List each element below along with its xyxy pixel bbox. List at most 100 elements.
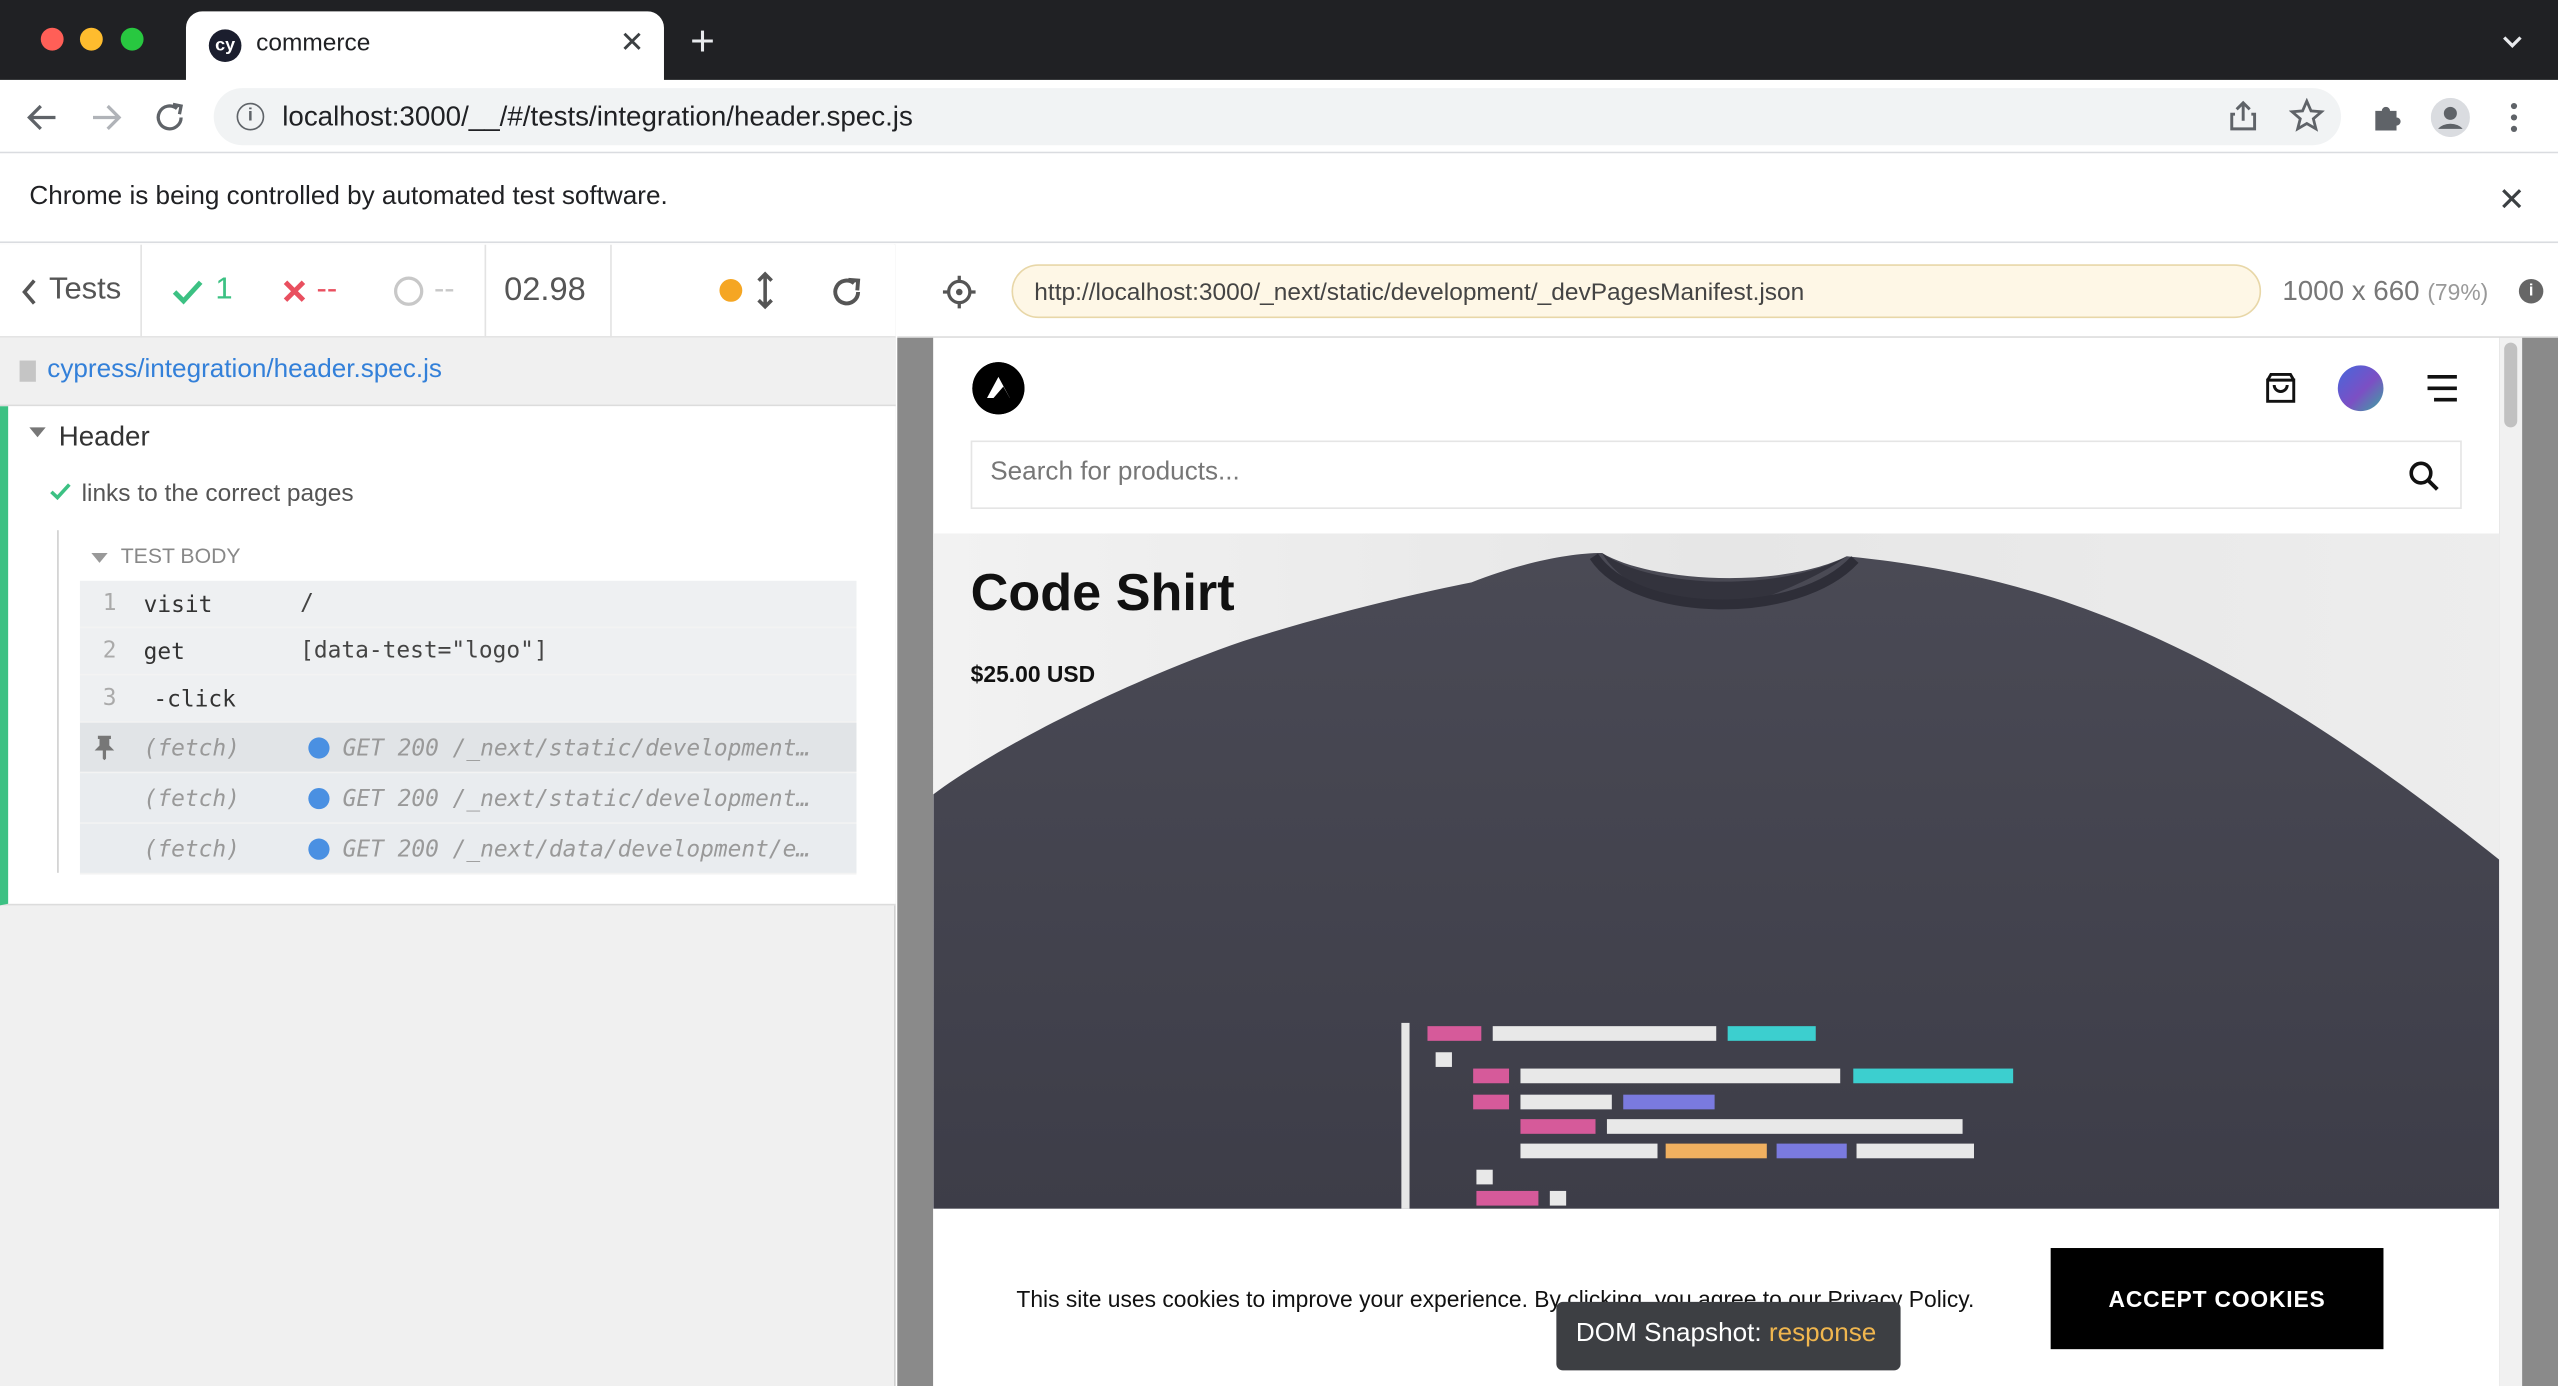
- cypress-favicon-icon: cy: [208, 29, 242, 62]
- search-input[interactable]: [990, 458, 2361, 488]
- failed-x-icon: [283, 280, 306, 302]
- viewport-size: 1000 x 660: [2282, 275, 2420, 307]
- rerun-icon[interactable]: [829, 274, 865, 310]
- duration-value: 02.98: [504, 272, 586, 309]
- command-row[interactable]: 2 get [data-test="logo"]: [79, 628, 857, 676]
- chevron-left-icon: [22, 279, 36, 305]
- t-shirt-image: [933, 533, 2500, 1209]
- aut-url-bar[interactable]: http://localhost:3000/_next/static/devel…: [1011, 264, 2262, 319]
- viewport-info-icon[interactable]: i: [2518, 278, 2544, 304]
- reporter-controls: [612, 245, 896, 338]
- address-bar-url: localhost:3000/__/#/tests/integration/he…: [282, 101, 913, 133]
- request-status-dot-icon: [308, 838, 330, 860]
- command-row[interactable]: 1 visit /: [79, 580, 857, 629]
- test-body-label[interactable]: TEST BODY: [121, 543, 241, 567]
- snapshot-state[interactable]: response: [1769, 1320, 1876, 1348]
- bookmark-star-icon[interactable]: [2288, 97, 2325, 134]
- auto-scroll-toggle-icon[interactable]: [755, 271, 775, 310]
- pending-circle-icon: [393, 276, 424, 306]
- tests-back-button[interactable]: Tests: [0, 244, 142, 338]
- user-avatar[interactable]: [2337, 365, 2384, 412]
- pending-count: --: [433, 272, 455, 307]
- test-passed-check-icon: [50, 483, 71, 501]
- tab-strip: cy commerce ✕ +: [0, 0, 2558, 80]
- new-tab-button[interactable]: +: [690, 20, 715, 62]
- request-status-dot-icon: [308, 787, 330, 810]
- app-under-test-pane: http://localhost:3000/_next/static/devel…: [897, 244, 2558, 1386]
- command-name: visit: [143, 592, 213, 619]
- accept-cookies-button[interactable]: ACCEPT COOKIES: [2050, 1248, 2384, 1350]
- more-vertical-icon[interactable]: [2496, 100, 2532, 136]
- command-log: 1 visit / 2 get [data-test="logo"] 3 -cl…: [79, 580, 857, 875]
- extensions-puzzle-icon[interactable]: [2369, 100, 2405, 136]
- forward-arrow-icon[interactable]: [88, 100, 124, 136]
- request-message: GET 200 /_next/data/development/e…: [342, 836, 811, 864]
- failed-count: --: [316, 272, 338, 307]
- scrollbar-thumb[interactable]: [2504, 342, 2518, 428]
- command-message: [data-test="logo"]: [300, 637, 548, 664]
- suite-title[interactable]: Header: [59, 421, 150, 454]
- request-type: (fetch): [143, 735, 240, 762]
- shopping-bag-icon[interactable]: [2263, 370, 2299, 406]
- test-stats: 1 -- --: [142, 244, 487, 338]
- aut-scrollbar[interactable]: [2499, 337, 2523, 1386]
- command-row[interactable]: 3 -click: [79, 675, 857, 723]
- request-status-dot-icon: [308, 737, 330, 759]
- command-name: -click: [153, 686, 236, 713]
- back-arrow-icon[interactable]: [24, 100, 60, 136]
- infobar-close-icon[interactable]: ✕: [2498, 179, 2525, 220]
- test-title[interactable]: links to the correct pages: [82, 480, 354, 508]
- tab-search-chevron-icon[interactable]: [2499, 28, 2525, 54]
- product-search: [970, 440, 2462, 509]
- browser-window: cy commerce ✕ + i localhost:3000/__/#/te…: [0, 0, 2558, 1386]
- hamburger-menu-icon[interactable]: [2426, 374, 2459, 403]
- tab-close-icon[interactable]: ✕: [620, 26, 645, 60]
- request-message: GET 200 /_next/static/development…: [342, 735, 811, 762]
- store-logo-icon[interactable]: [972, 362, 1025, 415]
- address-bar[interactable]: i localhost:3000/__/#/tests/integration/…: [213, 88, 2342, 146]
- command-name: get: [143, 639, 185, 666]
- passed-check-icon: [172, 280, 203, 305]
- browser-toolbar: i localhost:3000/__/#/tests/integration/…: [0, 79, 2558, 154]
- product-name: Code Shirt: [970, 562, 1235, 622]
- product-price: $25.00 USD: [970, 660, 1096, 687]
- attempt-divider: [57, 530, 59, 873]
- network-request-row[interactable]: (fetch) GET 200 /_next/data/development/…: [79, 823, 857, 875]
- suite-caret-down-icon[interactable]: [29, 427, 46, 438]
- tab-title: commerce: [256, 29, 371, 58]
- command-number: 1: [102, 590, 117, 617]
- network-request-row[interactable]: (fetch) GET 200 /_next/static/developmen…: [79, 722, 857, 774]
- site-info-icon[interactable]: i: [236, 102, 265, 131]
- search-icon[interactable]: [2408, 460, 2441, 493]
- aut-header: http://localhost:3000/_next/static/devel…: [897, 244, 2558, 338]
- profile-avatar-icon[interactable]: [2430, 97, 2470, 138]
- product-hero: [933, 533, 2500, 1209]
- request-type: (fetch): [143, 836, 240, 864]
- snapshot-label: DOM Snapshot:: [1575, 1319, 1762, 1348]
- command-number: 3: [102, 685, 117, 712]
- aut-iframe: Code Shirt $25.00 USD This site uses coo…: [933, 337, 2500, 1386]
- network-request-row[interactable]: (fetch) GET 200 /_next/static/developmen…: [79, 773, 857, 824]
- pin-icon[interactable]: [93, 734, 116, 761]
- passed-count: 1: [215, 272, 233, 307]
- file-icon: [19, 360, 36, 382]
- infobar-message: Chrome is being controlled by automated …: [29, 182, 668, 211]
- aut-stage: Code Shirt $25.00 USD This site uses coo…: [897, 337, 2558, 1386]
- automation-infobar: Chrome is being controlled by automated …: [0, 153, 2558, 244]
- dom-snapshot-badge: DOM Snapshot: response: [1556, 1301, 1901, 1371]
- selector-playground-crosshair-icon[interactable]: [941, 274, 977, 310]
- spec-file-link[interactable]: cypress/integration/header.spec.js: [47, 356, 442, 385]
- running-indicator-icon: [719, 278, 743, 302]
- request-type: (fetch): [143, 786, 240, 813]
- close-window-button[interactable]: [40, 27, 64, 51]
- run-duration: 02.98: [486, 244, 612, 338]
- tests-label: Tests: [48, 272, 122, 307]
- command-number: 2: [102, 637, 117, 664]
- reload-icon[interactable]: [152, 100, 188, 136]
- browser-tab[interactable]: cy commerce ✕: [185, 11, 664, 80]
- viewport-scale: (79%): [2427, 278, 2489, 306]
- zoom-window-button[interactable]: [120, 27, 144, 51]
- share-icon[interactable]: [2225, 98, 2261, 134]
- minimize-window-button[interactable]: [79, 27, 103, 51]
- test-body-caret-down-icon[interactable]: [91, 553, 108, 563]
